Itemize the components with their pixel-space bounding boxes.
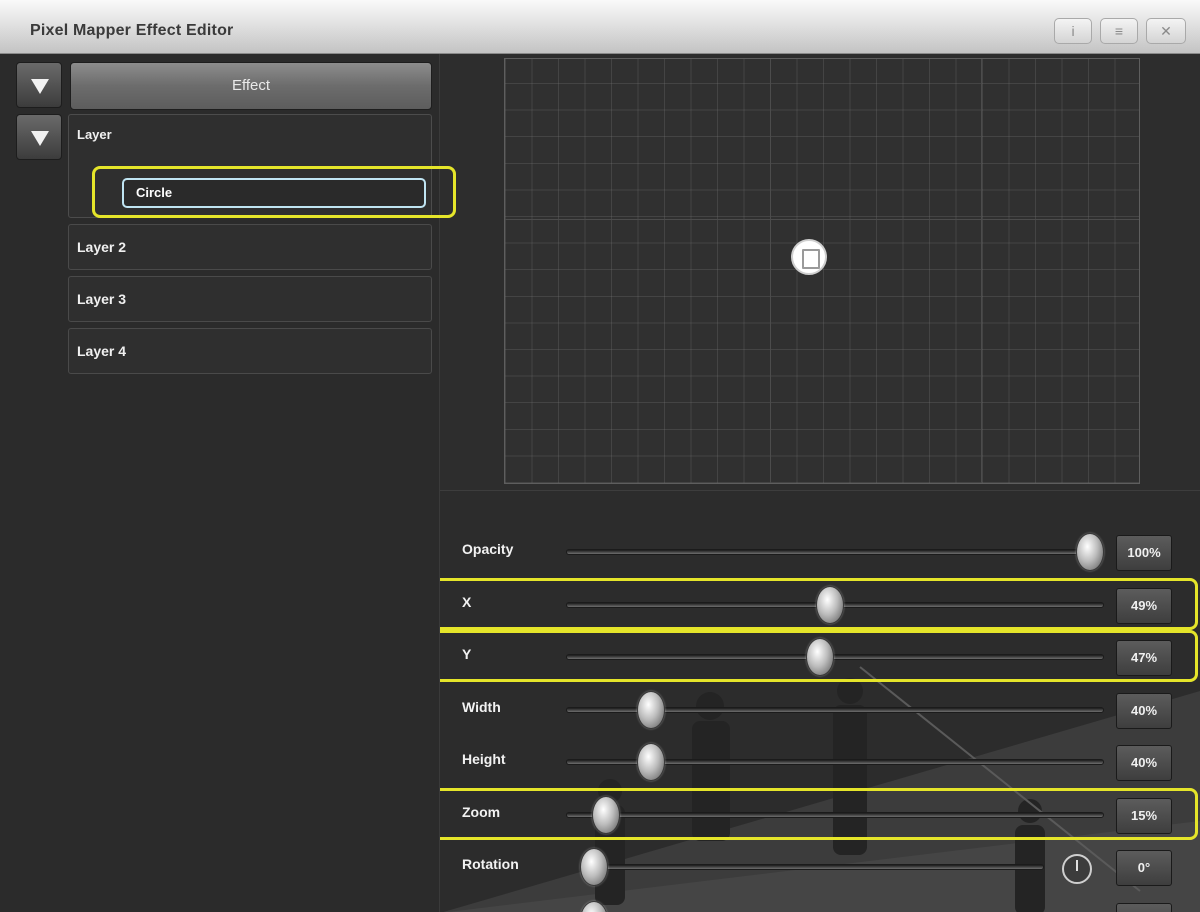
slider-value-field[interactable]: 40% (1116, 692, 1172, 729)
slider-thumb[interactable] (1076, 533, 1104, 571)
slider-label: Zoom (462, 803, 501, 820)
slider-value-field[interactable]: 0° (1116, 850, 1172, 886)
editor-body: Effect Layer Circle Layer 2 Layer 3 Laye… (0, 54, 1200, 912)
effect-button[interactable]: Effect (70, 62, 432, 110)
layer-tree-panel: Effect Layer Circle Layer 2 Layer 3 Laye… (0, 54, 456, 912)
slider-value-field[interactable]: 47% (1116, 640, 1172, 676)
layer-item-2[interactable]: Layer 2 (68, 224, 432, 270)
info-icon: i (1071, 23, 1075, 39)
slider-thumb[interactable] (637, 743, 666, 781)
slider-track[interactable] (566, 654, 1104, 660)
close-icon: ✕ (1160, 23, 1172, 39)
slider-thumb[interactable] (805, 638, 834, 676)
slider-label: Y (462, 646, 472, 662)
slider-row-zoom: Zoom 15% (440, 790, 1200, 838)
circle-shape-preview[interactable] (791, 239, 827, 275)
slider-value-field[interactable]: 49% (1116, 587, 1172, 624)
collapse-effect-button[interactable] (16, 62, 62, 108)
slider-label: Width (462, 698, 501, 715)
triangle-down-icon (31, 79, 49, 94)
layer-item-4[interactable]: Layer 4 (68, 328, 432, 374)
triangle-down-icon (31, 131, 49, 146)
collapse-layer-button[interactable] (16, 114, 62, 160)
rotation-dial-icon[interactable] (1062, 854, 1092, 884)
slider-value-field[interactable]: 15% (1116, 797, 1172, 834)
slider-track[interactable] (580, 864, 1044, 870)
slider-label: Height (462, 751, 506, 767)
slider-label: Rotation (462, 856, 519, 872)
slider-row-border-width: Border Width 0 (440, 895, 1200, 912)
slider-thumb[interactable] (815, 585, 844, 624)
effect-preview-canvas[interactable] (504, 58, 1140, 484)
slider-thumb[interactable] (637, 690, 666, 729)
slider-row-height: Height 40% (440, 737, 1200, 785)
slider-row-rotation: Rotation 0° (440, 842, 1200, 890)
slider-label: Opacity (462, 541, 514, 557)
menu-icon: ≡ (1114, 23, 1124, 39)
title-bar: Pixel Mapper Effect Editor i ≡ ✕ (0, 0, 1200, 54)
slider-row-opacity: Opacity 100% (440, 527, 1200, 575)
slider-thumb[interactable] (580, 900, 608, 912)
menu-button[interactable]: ≡ (1100, 18, 1138, 44)
shape-field-circle[interactable]: Circle (122, 178, 426, 208)
properties-panel: Opacity 100% X 49% Y 47% Width 40% Height 40% Zoom… (440, 490, 1200, 912)
slider-value-field[interactable]: 100% (1116, 535, 1172, 571)
slider-track[interactable] (566, 811, 1104, 818)
info-button[interactable]: i (1054, 18, 1092, 44)
window-title: Pixel Mapper Effect Editor (30, 22, 234, 39)
slider-value-field[interactable]: 0 (1116, 902, 1172, 912)
layer-label: Layer (77, 127, 112, 142)
slider-thumb[interactable] (591, 795, 620, 834)
slider-label: Border Width (462, 909, 551, 912)
close-button[interactable]: ✕ (1146, 18, 1186, 44)
layer-item-3[interactable]: Layer 3 (68, 276, 432, 322)
slider-thumb[interactable] (580, 848, 608, 886)
slider-row-y: Y 47% (440, 632, 1200, 680)
slider-label: X (462, 593, 472, 610)
slider-value-field[interactable]: 40% (1116, 745, 1172, 781)
slider-row-x: X 49% (440, 580, 1200, 628)
slider-row-width: Width 40% (440, 685, 1200, 733)
slider-track[interactable] (566, 549, 1104, 555)
